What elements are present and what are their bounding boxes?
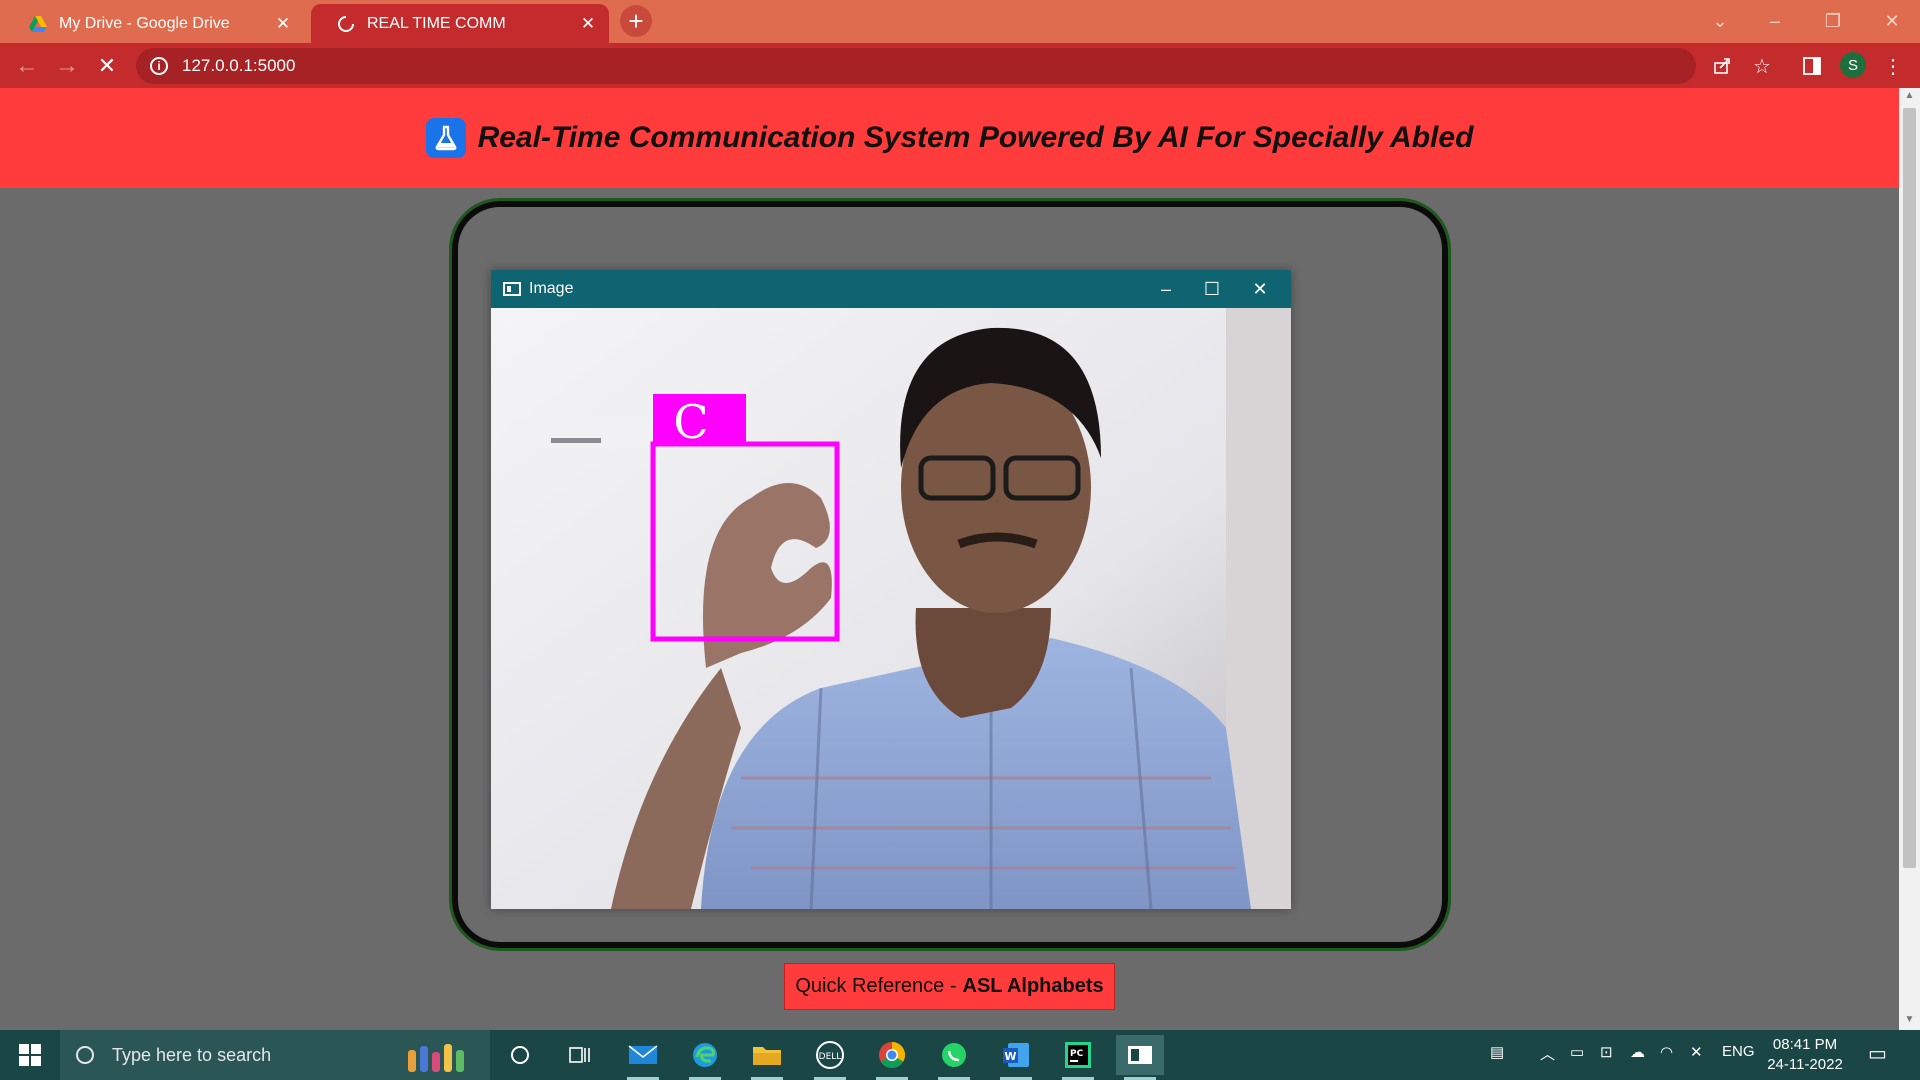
quick-reference-button[interactable]: Quick Reference - ASL Alphabets: [784, 963, 1115, 1010]
wifi-icon[interactable]: ◠: [1660, 1043, 1673, 1061]
clock-date: 24-11-2022: [1767, 1056, 1843, 1073]
detected-letter: C: [673, 395, 708, 449]
address-toolbar: ← → ✕ i 127.0.0.1:5000 ☆ S ⋮: [0, 43, 1920, 88]
scroll-thumb[interactable]: [1903, 108, 1916, 868]
minimize-icon[interactable]: –: [1143, 274, 1189, 304]
taskbar-search-box[interactable]: Type here to search: [60, 1030, 490, 1080]
close-tab-icon[interactable]: ✕: [274, 14, 292, 33]
clock-time: 08:41 PM: [1772, 1036, 1838, 1053]
svg-text:W: W: [1004, 1050, 1016, 1063]
scroll-down-icon[interactable]: ▼: [1903, 1014, 1916, 1028]
windows-start-icon[interactable]: [0, 1030, 60, 1080]
webcam-frame: C: [491, 308, 1291, 909]
back-icon[interactable]: ←: [10, 49, 44, 83]
browser-tab-strip: My Drive - Google Drive ✕ REAL TIME COMM…: [0, 0, 1920, 43]
image-window-taskbar-icon[interactable]: [1116, 1035, 1164, 1080]
url-text: 127.0.0.1:5000: [182, 56, 296, 75]
task-view-icon[interactable]: [556, 1035, 604, 1075]
news-widget-icon[interactable]: ▤: [1490, 1043, 1504, 1061]
page-header: Real-Time Communication System Powered B…: [0, 88, 1899, 188]
opencv-image-window[interactable]: Image – ☐ ✕ C: [491, 270, 1291, 909]
onedrive-icon[interactable]: ☁: [1630, 1043, 1645, 1061]
file-explorer-icon[interactable]: [743, 1035, 791, 1080]
cortana-icon[interactable]: [496, 1035, 544, 1075]
stop-loading-icon[interactable]: ✕: [90, 49, 124, 83]
close-tab-icon[interactable]: ✕: [579, 14, 597, 33]
restore-icon[interactable]: ❐: [1813, 6, 1853, 36]
word-icon[interactable]: W: [992, 1035, 1040, 1080]
tab-label: REAL TIME COMM: [367, 14, 506, 32]
search-placeholder: Type here to search: [112, 1044, 272, 1065]
pycharm-icon[interactable]: PC: [1054, 1035, 1102, 1080]
svg-text:DELL: DELL: [819, 1052, 842, 1062]
battery-icon[interactable]: ▭: [1570, 1043, 1584, 1061]
tab-label: My Drive - Google Drive: [59, 14, 230, 32]
language-indicator[interactable]: ENG: [1722, 1043, 1755, 1060]
tab-real-time-comm[interactable]: REAL TIME COMM ✕: [311, 4, 609, 43]
image-window-icon: [503, 282, 521, 296]
url-bar[interactable]: i 127.0.0.1:5000: [136, 48, 1696, 84]
bookmark-star-icon[interactable]: ☆: [1745, 49, 1779, 83]
meet-now-icon[interactable]: ⊡: [1600, 1043, 1613, 1061]
google-drive-icon: [29, 15, 47, 32]
dell-icon[interactable]: DELL: [806, 1035, 854, 1080]
maximize-icon[interactable]: ☐: [1189, 274, 1235, 304]
svg-text:PC: PC: [1070, 1049, 1084, 1059]
image-window-titlebar[interactable]: Image – ☐ ✕: [491, 270, 1291, 308]
new-tab-button[interactable]: +: [620, 5, 652, 37]
page-scrollbar[interactable]: ▲ ▼: [1899, 88, 1920, 1030]
volume-muted-icon[interactable]: ✕: [1690, 1043, 1703, 1061]
chrome-icon[interactable]: [868, 1035, 916, 1080]
site-info-icon[interactable]: i: [150, 57, 168, 75]
wall-switchboard: [511, 418, 661, 448]
page-title: Real-Time Communication System Powered B…: [477, 121, 1474, 154]
taskbar-clock[interactable]: 08:41 PM 24-11-2022: [1755, 1035, 1855, 1075]
quick-ref-bold: ASL Alphabets: [962, 975, 1104, 997]
search-icon: [76, 1046, 94, 1064]
image-window-title: Image: [529, 280, 574, 297]
windows-taskbar: Type here to search DELL W PC ▤ ︿ ▭ ⊡ ☁ …: [0, 1030, 1920, 1080]
side-panel-icon[interactable]: [1795, 49, 1829, 83]
quick-ref-prefix: Quick Reference -: [795, 975, 957, 997]
loading-spinner-icon: [338, 15, 354, 32]
close-icon[interactable]: ✕: [1237, 274, 1283, 304]
close-window-icon[interactable]: ✕: [1872, 6, 1912, 36]
tab-google-drive[interactable]: My Drive - Google Drive ✕: [3, 4, 304, 43]
show-hidden-icons[interactable]: ︿: [1540, 1043, 1555, 1064]
mail-icon[interactable]: [619, 1035, 667, 1080]
forward-icon[interactable]: →: [50, 49, 84, 83]
scroll-up-icon[interactable]: ▲: [1903, 90, 1916, 104]
menu-kebab-icon[interactable]: ⋮: [1876, 49, 1910, 83]
search-highlight-icon: [408, 1044, 464, 1072]
flask-icon: [425, 118, 466, 158]
whatsapp-icon[interactable]: [930, 1035, 978, 1080]
notification-icon[interactable]: ▭: [1868, 1041, 1887, 1066]
edge-icon[interactable]: [681, 1035, 729, 1080]
profile-avatar[interactable]: S: [1840, 52, 1866, 78]
webcam-feed: C: [491, 308, 1291, 909]
tab-search-icon[interactable]: ⌄: [1700, 6, 1740, 36]
share-icon[interactable]: [1705, 49, 1739, 83]
minimize-icon[interactable]: –: [1755, 6, 1795, 36]
